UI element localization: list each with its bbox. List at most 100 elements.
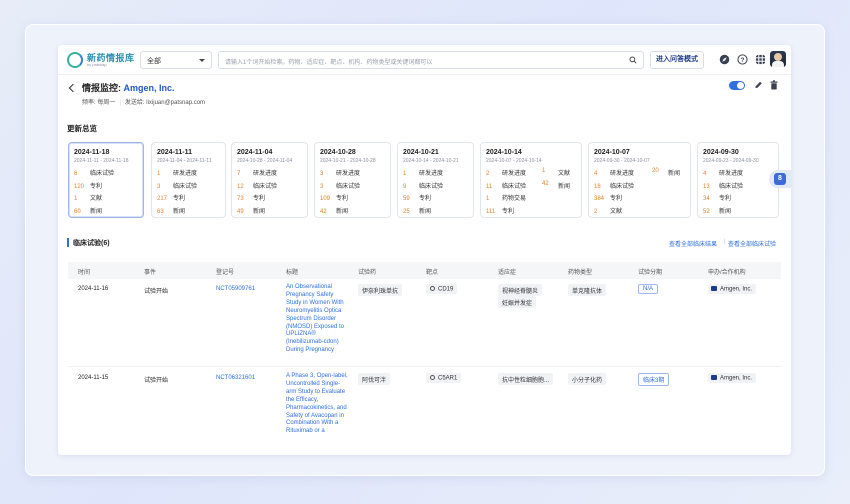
monitor-toggle[interactable] [729,81,745,90]
sender-text: 发送给: lixijuan@patsnap.com [124,100,206,106]
organization-icon [711,285,717,291]
compass-icon[interactable] [719,54,730,65]
summary-card[interactable]: 2024-11-11 2024-11-04 - 2024-11-11 1 研发进度 3 临… [151,142,226,218]
stat-count: 2 [486,171,490,177]
card-stat-row[interactable]: 3 研发进度 [320,168,385,181]
card-stat-row[interactable]: 60 新闻 [74,206,138,219]
indication-tag[interactable]: 妊娠并发症 [498,296,537,308]
card-stat-row[interactable]: 1 药物交易 [486,193,576,206]
stat-count: 1 [74,196,78,202]
card-stat-row[interactable]: 217 专利 [157,193,220,206]
side-float-widget[interactable]: 8 [769,170,791,188]
card-stat-row[interactable]: 13 临床试验 [703,181,773,194]
logo[interactable]: 新药情报库 by patsnap [67,51,137,69]
card-stat-row[interactable]: 49 新闻 [237,206,302,219]
card-stat-row[interactable]: 1 文献 [74,193,138,206]
search-icon[interactable] [629,56,637,64]
back-arrow-icon[interactable] [68,83,78,93]
svg-text:?: ? [741,57,745,64]
sponsor-tag[interactable]: Amgen, Inc. [708,373,757,383]
card-stat-row[interactable]: 6 临床试验 [74,168,138,181]
sponsor-tag[interactable]: Amgen, Inc. [708,284,757,294]
stat-count: 25 [403,208,410,215]
card-stat-row[interactable]: 384 专利 [594,193,685,206]
table-row[interactable]: 2024-11-15 试验开始 NCT06321601 A Phase 3, Open… [68,373,781,453]
card-stat-row[interactable]: 18 临床试验 [594,181,685,194]
stat-count: 1 [157,171,161,177]
section-accent-bar [67,238,69,247]
summary-card[interactable]: 2024-10-07 2024-09-30 - 2024-10-07 4 研发进度 20… [588,142,691,218]
indication-tag[interactable]: 视神经脊髓炎 [498,284,543,296]
card-stat-row[interactable]: 73 专利 [237,193,302,206]
phase-tag[interactable]: N/A [638,284,659,294]
summary-card[interactable]: 2024-09-30 2024-09-23 - 2024-09-30 4 研发进度 13… [697,142,779,218]
card-stat-row[interactable]: 120 专利 [74,181,138,194]
card-stat-row[interactable]: 12 临床试验 [237,181,302,194]
summary-card[interactable]: 2024-10-21 2024-10-14 - 2024-10-21 1 研发进度 9 临… [397,142,474,218]
card-stat-row[interactable]: 1 研发进度 [157,168,220,181]
qa-mode-button[interactable]: 进入问答模式 [650,51,704,69]
drug-tag[interactable]: 阿伐可泮 [358,373,391,385]
stat-label: 新闻 [558,183,571,190]
trial-date: 2024-11-16 [78,286,109,292]
stat-label: 新闻 [668,171,681,177]
card-stat-row[interactable]: 3 临床试验 [320,181,385,194]
drug-type-tag[interactable]: 单克隆抗体 [568,284,607,296]
card-stat-row[interactable]: 3 临床试验 [157,181,220,194]
stat-label: 临床试验 [502,183,527,190]
trial-registration-link[interactable]: NCT06321601 [216,375,255,381]
summary-card[interactable]: 2024-10-14 2024-10-07 - 2024-10-14 2 研发进度 1 文… [480,142,582,218]
trash-icon[interactable] [770,80,778,90]
summary-card[interactable]: 2024-11-18 2024-11-11 - 2024-11-18 6 临床试验 12… [68,142,144,218]
phase-tag[interactable]: 临床3期 [638,373,670,386]
card-stat-row[interactable]: 7 研发进度 [237,168,302,181]
drug-tag[interactable]: 伊奈利珠单抗 [358,284,403,296]
drug-type-tag[interactable]: 小分子化药 [568,373,607,385]
card-stat-row[interactable]: 42 新闻 [320,206,385,219]
scope-select[interactable]: 全部 [140,51,212,69]
view-all-results-link[interactable]: 查看全部临床结果 [669,239,717,248]
trial-registration-link[interactable]: NCT05909761 [216,286,255,292]
card-stat-row[interactable]: 59 专利 [403,193,468,206]
stat-label: 专利 [502,208,515,215]
stat-label: 临床试验 [90,171,115,177]
card-stat-row[interactable]: 11 临床试验 42 新闻 [486,181,576,194]
card-stat-row[interactable]: 9 临床试验 [403,181,468,194]
help-icon[interactable]: ? [737,54,748,65]
target-tag[interactable]: C5AR1 [426,373,462,383]
company-name[interactable]: Amgen, Inc. [124,83,175,93]
table-row[interactable]: 2024-11-16 试验开始 NCT05909761 An Observationa… [68,284,781,369]
card-stat-row[interactable]: 63 新闻 [157,206,220,219]
card-stats: 2 研发进度 1 文献 11 临床试验 42 新闻 1 药物交易 111 专利 [486,168,576,218]
stat-label: 新闻 [253,208,266,215]
target-tag[interactable]: CD19 [426,284,458,294]
card-stat-row[interactable]: 4 研发进度 20 新闻 [594,168,685,181]
card-date: 2024-10-07 [594,149,630,156]
search-input[interactable]: 请输入1个词开始检索。药物、适应症、靶点、机构、药物类型或关键词都可以 [218,51,644,69]
indication-tag[interactable]: 抗中性粒细胞胞... [498,373,554,385]
trial-title-link[interactable]: An Observational Pregnancy Safety Study … [286,284,350,355]
card-stat-row[interactable]: 2 研发进度 1 文献 [486,168,576,181]
card-stat-row[interactable]: 4 研发进度 [703,168,773,181]
stat-count: 59 [403,196,410,202]
stat-count: 109 [320,196,331,202]
card-stat-row[interactable]: 1 研发进度 [403,168,468,181]
card-stat-row[interactable]: 34 专利 [703,193,773,206]
card-stat-row[interactable]: 25 新闻 [403,206,468,219]
app-window: 新药情报库 by patsnap 全部 请输入1个词开始检索。药物、适应症、靶点… [58,45,791,455]
stat-label: 药物交易 [502,196,527,202]
trial-title-link[interactable]: A Phase 3, Open-label, Uncontrolled Sing… [286,373,350,436]
card-stat-row[interactable]: 109 专利 [320,193,385,206]
card-stat-row[interactable]: 2 文献 [594,206,685,219]
summary-card[interactable]: 2024-11-04 2024-10-28 - 2024-11-04 7 研发进度 12… [231,142,308,218]
summary-card[interactable]: 2024-10-28 2024-10-21 - 2024-10-28 3 研发进度 3 临… [314,142,391,218]
view-all-trials-link[interactable]: 查看全部临床试验 [728,239,776,248]
avatar[interactable] [770,51,786,67]
card-stat-row[interactable]: 111 专利 [486,206,576,219]
toggle-knob [737,82,744,89]
trial-event: 试验开始 [144,378,169,384]
card-stat-row[interactable]: 52 新闻 [703,206,773,219]
target-name: C5AR1 [438,375,458,381]
edit-pencil-icon[interactable] [754,80,763,90]
apps-grid-icon[interactable] [755,54,766,65]
